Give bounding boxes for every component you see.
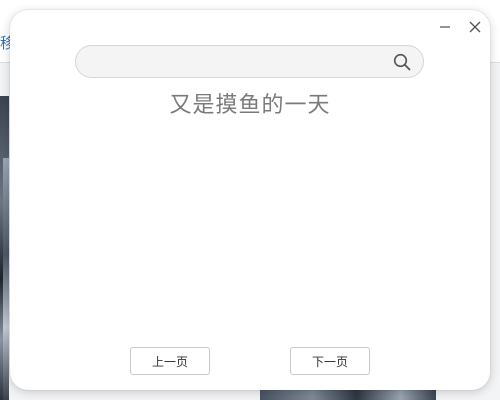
search-input[interactable] <box>90 46 380 77</box>
minimize-button[interactable] <box>434 16 456 38</box>
search-button[interactable] <box>392 52 412 72</box>
background-image-left-inner <box>3 158 9 400</box>
close-icon <box>469 21 481 33</box>
search-bar <box>75 45 424 78</box>
popup-dialog: 又是摸鱼的一天 上一页 下一页 <box>10 10 490 390</box>
search-icon <box>393 53 411 71</box>
minimize-icon <box>440 26 450 28</box>
next-page-button[interactable]: 下一页 <box>290 347 370 375</box>
previous-page-button[interactable]: 上一页 <box>130 347 210 375</box>
close-button[interactable] <box>464 16 486 38</box>
content-area <box>30 134 470 340</box>
headline-text: 又是摸鱼的一天 <box>169 93 331 118</box>
